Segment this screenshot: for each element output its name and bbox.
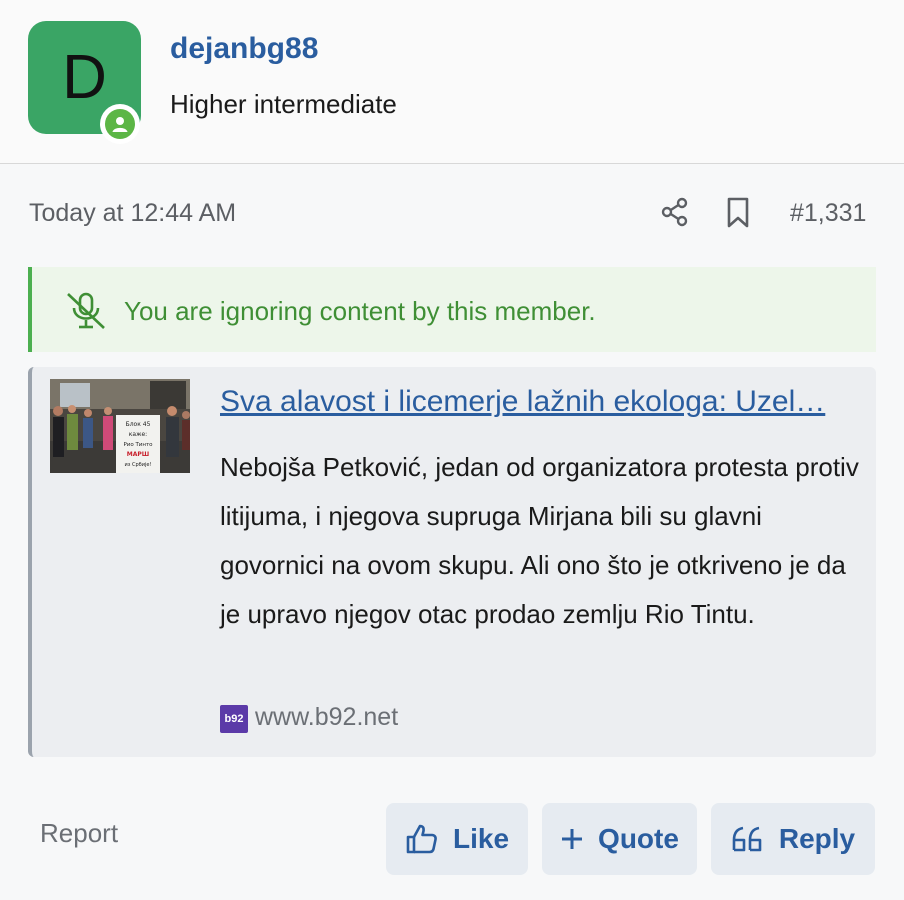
ignore-notice: You are ignoring content by this member. bbox=[28, 267, 876, 352]
sign-text-line: Блок 45 bbox=[126, 421, 151, 428]
reply-button[interactable]: Reply bbox=[711, 803, 875, 875]
report-link[interactable]: Report bbox=[40, 818, 118, 849]
sign-text-line: каже: bbox=[129, 431, 147, 438]
reply-button-label: Reply bbox=[778, 823, 856, 854]
post-header: D dejanbg88 Higher intermediate bbox=[0, 0, 904, 164]
plus-icon bbox=[560, 827, 584, 851]
link-preview-domain: www.b92.net bbox=[255, 703, 399, 731]
link-preview-card[interactable]: Блок 45 каже: Рио Тинто МАРШ из Србије! … bbox=[28, 367, 876, 757]
post-number-link[interactable]: #1,331 bbox=[790, 199, 866, 228]
share-icon[interactable] bbox=[660, 197, 690, 232]
thumbs-up-icon bbox=[405, 823, 439, 855]
post-timestamp[interactable]: Today at 12:44 AM bbox=[29, 199, 236, 228]
link-preview-description: Nebojša Petković, jedan od organizatora … bbox=[220, 452, 859, 629]
link-preview-title[interactable]: Sva alavost i licemerje lažnih ekologa: … bbox=[220, 385, 868, 419]
username-link[interactable]: dejanbg88 bbox=[170, 32, 318, 66]
online-status-badge bbox=[100, 104, 140, 144]
muted-microphone-icon bbox=[64, 291, 108, 336]
quote-button[interactable]: Quote bbox=[542, 803, 697, 875]
like-button[interactable]: Like bbox=[386, 803, 528, 875]
user-title: Higher intermediate bbox=[170, 89, 397, 119]
favicon-text: b92 bbox=[224, 713, 244, 725]
like-button-label: Like bbox=[452, 823, 510, 854]
quote-button-label: Quote bbox=[598, 823, 679, 854]
sign-text-line: из Србије! bbox=[125, 462, 152, 468]
quote-marks-icon bbox=[731, 826, 765, 852]
site-favicon-icon: b92 bbox=[220, 705, 248, 733]
link-preview-thumbnail[interactable]: Блок 45 каже: Рио Тинто МАРШ из Србије! bbox=[50, 379, 190, 473]
bookmark-icon[interactable] bbox=[724, 196, 752, 235]
avatar-letter: D bbox=[62, 43, 107, 112]
ignore-notice-text: You are ignoring content by this member. bbox=[124, 296, 596, 326]
sign-text-line: МАРШ bbox=[127, 451, 149, 458]
user-icon bbox=[105, 109, 135, 139]
sign-text-line: Рио Тинто bbox=[123, 442, 153, 448]
